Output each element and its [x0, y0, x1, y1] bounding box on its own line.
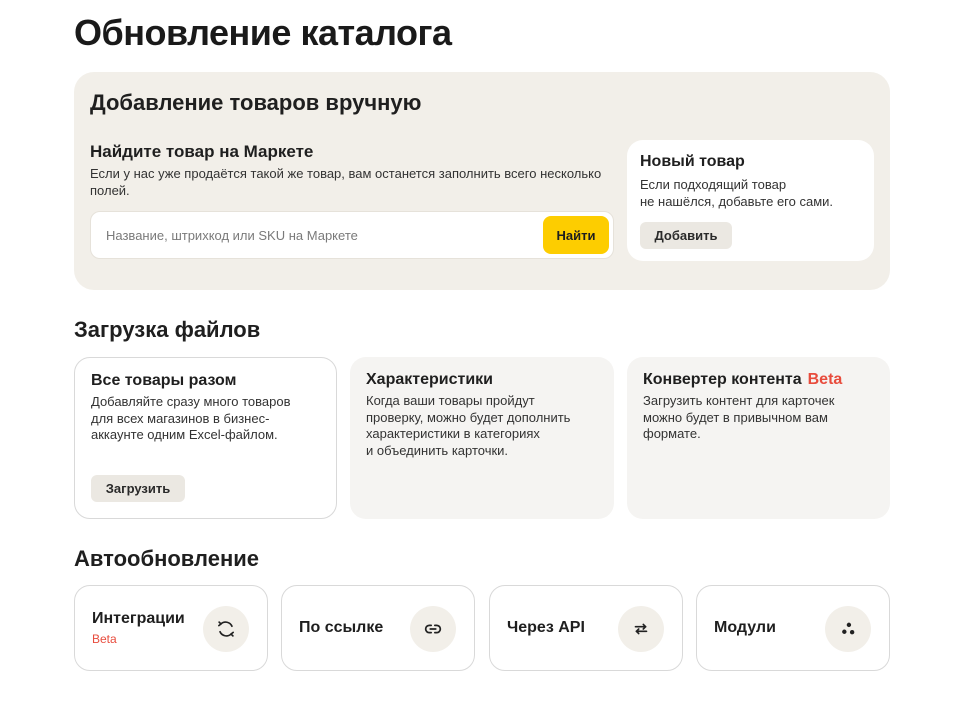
add-product-button[interactable]: Добавить: [640, 222, 732, 249]
beta-badge: Beta: [92, 632, 117, 646]
file-card-title: Конвертер контента Beta: [643, 371, 843, 388]
auto-card-label: Интеграции: [92, 610, 185, 627]
swap-arrows-icon: [618, 606, 664, 652]
search-box: Найти: [90, 211, 614, 259]
auto-card-integrations[interactable]: Интеграции Beta: [74, 585, 268, 671]
file-card-description: Добавляйте сразу много товаров для всех …: [91, 394, 291, 442]
auto-card-label: По ссылке: [299, 619, 384, 636]
beta-badge: Beta: [807, 371, 843, 388]
files-section-title: Загрузка файлов: [74, 317, 261, 342]
link-icon: [410, 606, 456, 652]
upload-button[interactable]: Загрузить: [91, 475, 185, 502]
manual-add-title: Добавление товаров вручную: [90, 90, 422, 115]
page-title: Обновление каталога: [74, 12, 452, 53]
new-product-card: Новый товар Если подходящий товар не наш…: [627, 140, 874, 261]
file-card-all-products[interactable]: Все товары разом Добавляйте сразу много …: [74, 357, 337, 519]
auto-section-title: Автообновление: [74, 546, 260, 571]
file-card-title: Все товары разом: [91, 372, 237, 389]
modules-icon: [825, 606, 871, 652]
manual-add-panel: Добавление товаров вручную Найдите товар…: [74, 72, 890, 290]
auto-card-label: Модули: [714, 619, 776, 636]
new-product-title: Новый товар: [640, 153, 745, 170]
new-product-description: Если подходящий товар не нашёлся, добавь…: [640, 177, 834, 209]
auto-card-api[interactable]: Через API: [489, 585, 683, 671]
auto-card-by-link[interactable]: По ссылке: [281, 585, 475, 671]
file-card-title: Характеристики: [366, 371, 494, 388]
file-card-description: Загрузить контент для карточек можно буд…: [643, 393, 835, 441]
auto-card-label: Через API: [507, 619, 585, 636]
file-card-content-converter[interactable]: Конвертер контента Beta Загрузить контент…: [627, 357, 890, 519]
file-card-characteristics[interactable]: Характеристики Когда ваши товары пройдут…: [350, 357, 614, 519]
refresh-icon: [203, 606, 249, 652]
product-search-input[interactable]: [95, 216, 537, 254]
file-card-description: Когда ваши товары пройдут проверку, можн…: [366, 393, 571, 458]
find-button[interactable]: Найти: [543, 216, 609, 254]
auto-card-modules[interactable]: Модули: [696, 585, 890, 671]
find-product-description: Если у нас уже продаётся такой же товар,…: [90, 166, 602, 198]
find-product-title: Найдите товар на Маркете: [90, 142, 314, 161]
